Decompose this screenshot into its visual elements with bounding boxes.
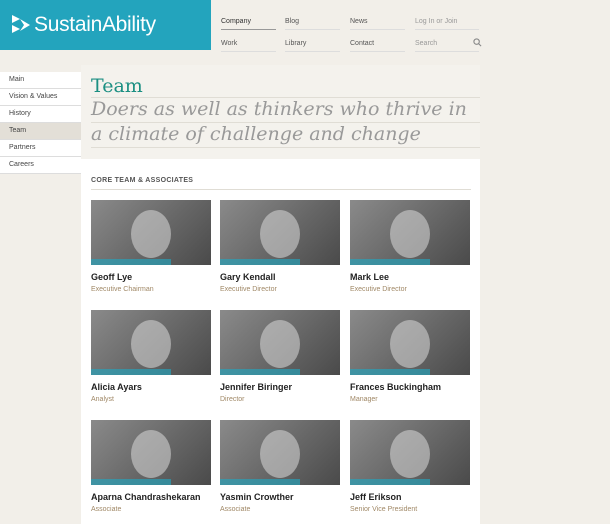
team-card[interactable]: Jennifer Biringer Director [220, 310, 340, 403]
portrait-shape [131, 320, 171, 368]
team-card[interactable]: Frances Buckingham Manager [350, 310, 470, 403]
team-member-role: Senior Vice President [350, 506, 418, 513]
sidebar-item-team[interactable]: Team [0, 123, 81, 140]
side-navigation: Main Vision & Values History Team Partne… [0, 72, 81, 174]
photo-accent-strip [350, 479, 430, 485]
team-card[interactable]: Yasmin Crowther Associate [220, 420, 340, 513]
team-photo[interactable] [220, 310, 340, 375]
team-photo[interactable] [91, 310, 211, 375]
team-member-role: Executive Chairman [91, 286, 154, 293]
team-card[interactable]: Alicia Ayars Analyst [91, 310, 211, 403]
portrait-shape [131, 210, 171, 258]
portrait-shape [260, 430, 300, 478]
sidebar-item-history[interactable]: History [0, 106, 81, 123]
photo-accent-strip [350, 259, 430, 265]
team-member-name[interactable]: Jeff Erikson [350, 492, 470, 502]
topnav-library[interactable]: Library [285, 40, 340, 52]
photo-accent-strip [91, 369, 171, 375]
team-member-name[interactable]: Alicia Ayars [91, 382, 211, 392]
team-card[interactable]: Gary Kendall Executive Director [220, 200, 340, 293]
brand-name: SustainAbility [34, 13, 156, 36]
team-photo[interactable] [91, 420, 211, 485]
topnav-blog[interactable]: Blog [285, 18, 340, 30]
hero-divider [91, 122, 480, 123]
main-content: Team Doers as well as thinkers who thriv… [81, 65, 480, 524]
topnav-work[interactable]: Work [221, 40, 276, 52]
brand-logo[interactable]: SustainAbility [0, 0, 211, 50]
topnav-login[interactable]: Log In or Join [415, 18, 479, 30]
sidebar-item-partners[interactable]: Partners [0, 140, 81, 157]
team-member-role: Manager [350, 396, 378, 403]
team-photo[interactable] [350, 310, 470, 375]
section-divider [91, 189, 471, 190]
team-member-name[interactable]: Jennifer Biringer [220, 382, 340, 392]
topnav-news[interactable]: News [350, 18, 405, 30]
team-member-role: Associate [91, 506, 122, 513]
photo-accent-strip [220, 259, 300, 265]
page-title: Team [91, 75, 143, 97]
team-member-role: Executive Director [220, 286, 277, 293]
portrait-shape [131, 430, 171, 478]
team-member-name[interactable]: Yasmin Crowther [220, 492, 340, 502]
section-title: CORE TEAM & ASSOCIATES [91, 177, 194, 184]
portrait-shape [390, 320, 430, 368]
team-member-name[interactable]: Mark Lee [350, 272, 470, 282]
team-photo[interactable] [350, 420, 470, 485]
sustainability-logo-icon [12, 15, 30, 33]
team-member-name[interactable]: Geoff Lye [91, 272, 211, 282]
photo-accent-strip [91, 479, 171, 485]
team-card[interactable]: Jeff Erikson Senior Vice President [350, 420, 470, 513]
sidebar-item-vision-values[interactable]: Vision & Values [0, 89, 81, 106]
team-member-name[interactable]: Gary Kendall [220, 272, 340, 282]
search-icon[interactable] [473, 38, 482, 47]
team-card[interactable]: Geoff Lye Executive Chairman [91, 200, 211, 293]
topnav-contact[interactable]: Contact [350, 40, 405, 52]
team-member-role: Associate [220, 506, 251, 513]
hero-divider [91, 147, 480, 148]
team-member-name[interactable]: Aparna Chandrashekaran [91, 492, 211, 502]
sidebar-item-careers[interactable]: Careers [0, 157, 81, 174]
team-member-role: Director [220, 396, 245, 403]
photo-accent-strip [220, 369, 300, 375]
team-photo[interactable] [220, 200, 340, 265]
topnav-company[interactable]: Company [221, 18, 276, 30]
search-input[interactable]: Search [415, 40, 479, 52]
portrait-shape [260, 210, 300, 258]
portrait-shape [390, 430, 430, 478]
photo-accent-strip [91, 259, 171, 265]
portrait-shape [390, 210, 430, 258]
page-hero: Team Doers as well as thinkers who thriv… [81, 65, 480, 159]
portrait-shape [260, 320, 300, 368]
team-member-name[interactable]: Frances Buckingham [350, 382, 470, 392]
top-navigation: Company Blog News Log In or Join Work Li… [211, 0, 610, 52]
sidebar-item-main[interactable]: Main [0, 72, 81, 89]
team-card[interactable]: Aparna Chandrashekaran Associate [91, 420, 211, 513]
team-photo[interactable] [91, 200, 211, 265]
team-photo[interactable] [220, 420, 340, 485]
team-member-role: Analyst [91, 396, 114, 403]
photo-accent-strip [350, 369, 430, 375]
team-card[interactable]: Mark Lee Executive Director [350, 200, 470, 293]
team-member-role: Executive Director [350, 286, 407, 293]
photo-accent-strip [220, 479, 300, 485]
team-photo[interactable] [350, 200, 470, 265]
